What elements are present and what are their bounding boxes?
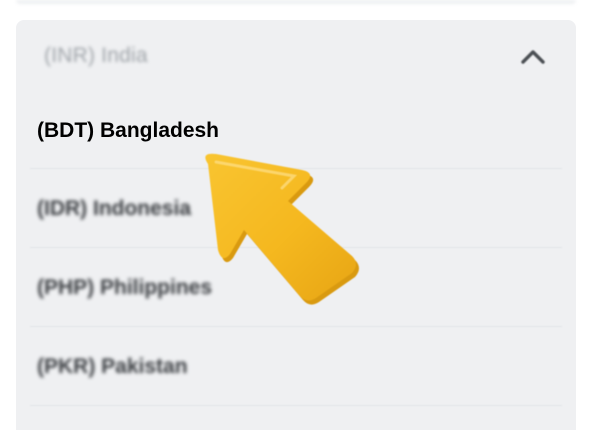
currency-option-label: (PKR) Pakistan xyxy=(37,354,188,378)
currency-select-value: (INR) India xyxy=(44,44,148,67)
currency-option-label: (IDR) Indonesia xyxy=(37,196,192,220)
screen: (INR) India (BDT) Bangladesh (IDR) Indon… xyxy=(0,0,591,430)
currency-option-pkr[interactable]: (PKR) Pakistan xyxy=(16,327,576,406)
currency-select-header[interactable]: (INR) India xyxy=(16,20,576,92)
chevron-up-icon[interactable] xyxy=(520,47,546,65)
previous-field-edge xyxy=(16,0,576,4)
pointer-arrow-icon xyxy=(205,153,359,305)
currency-option-label: (BDT) Bangladesh xyxy=(37,118,220,142)
